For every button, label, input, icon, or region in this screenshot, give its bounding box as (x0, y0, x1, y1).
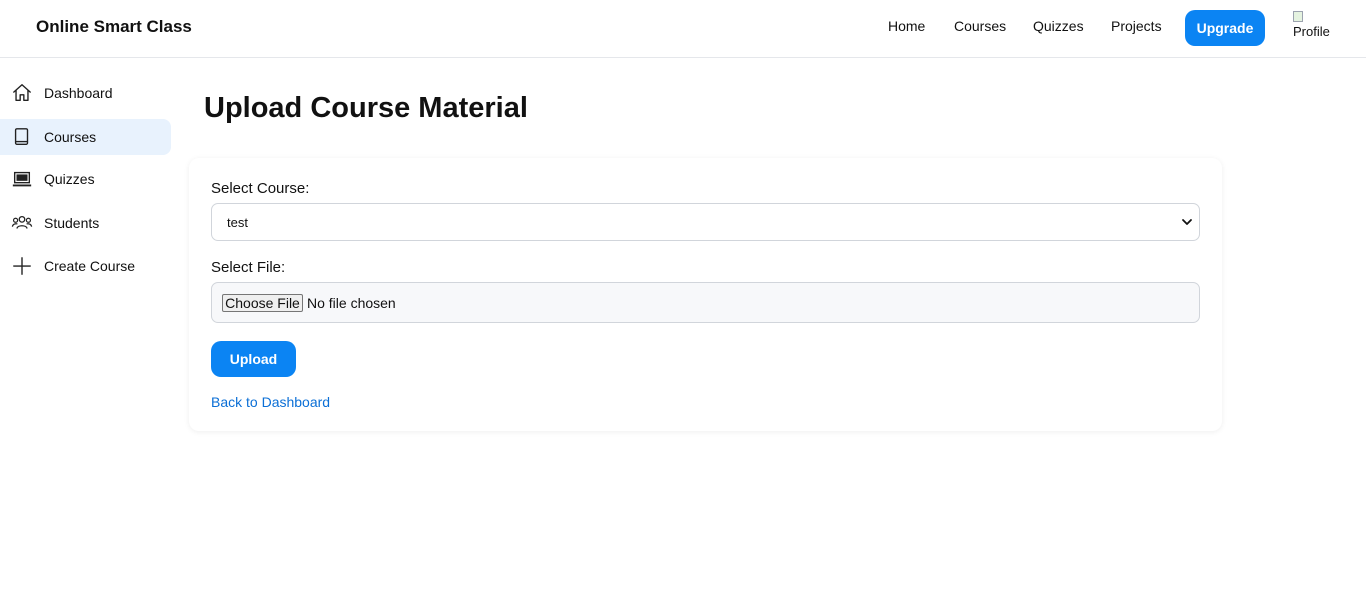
brand-title[interactable]: Online Smart Class (36, 17, 192, 37)
nav-courses[interactable]: Courses (954, 18, 1006, 34)
course-select-value: test (227, 215, 248, 230)
broken-image-icon (1293, 11, 1303, 22)
sidebar-item-quizzes[interactable]: Quizzes (0, 161, 171, 197)
sidebar-item-create-course[interactable]: Create Course (0, 248, 171, 284)
sidebar-item-label: Students (44, 215, 100, 231)
chevron-down-icon (1182, 219, 1192, 225)
course-select[interactable]: test (211, 203, 1200, 241)
choose-file-button[interactable]: Choose File (222, 294, 303, 312)
avatar[interactable]: Profile (1293, 11, 1330, 41)
sidebar-item-label: Dashboard (44, 85, 113, 101)
upload-form-card: Select Course: test Select File: Choose … (189, 158, 1222, 431)
upgrade-button[interactable]: Upgrade (1185, 10, 1265, 46)
page-title: Upload Course Material (204, 92, 528, 124)
file-input[interactable]: Choose File No file chosen (211, 282, 1200, 323)
sidebar-item-label: Courses (44, 129, 97, 145)
course-select-label: Select Course: (211, 180, 310, 197)
back-to-dashboard-link[interactable]: Back to Dashboard (211, 394, 330, 410)
sidebar-item-label: Create Course (44, 258, 136, 274)
upload-button[interactable]: Upload (211, 341, 296, 377)
nav-projects[interactable]: Projects (1111, 18, 1162, 34)
home-icon (13, 84, 31, 102)
users-icon (11, 215, 33, 229)
sidebar-item-dashboard[interactable]: Dashboard (0, 75, 171, 111)
book-icon (14, 128, 29, 146)
sidebar-item-students[interactable]: Students (0, 205, 171, 241)
nav-quizzes[interactable]: Quizzes (1033, 18, 1084, 34)
plus-icon (13, 257, 31, 275)
nav-home[interactable]: Home (888, 18, 925, 34)
top-navbar: Online Smart Class Home Courses Quizzes … (0, 0, 1366, 58)
sidebar-item-courses[interactable]: Courses (0, 119, 171, 155)
sidebar: Dashboard Courses Quizzes Students Creat… (0, 58, 172, 591)
file-select-label: Select File: (211, 259, 286, 276)
sidebar-item-label: Quizzes (44, 171, 95, 187)
file-status-text: No file chosen (307, 295, 396, 311)
avatar-alt-text: Profile (1293, 24, 1330, 39)
laptop-icon (12, 171, 32, 187)
